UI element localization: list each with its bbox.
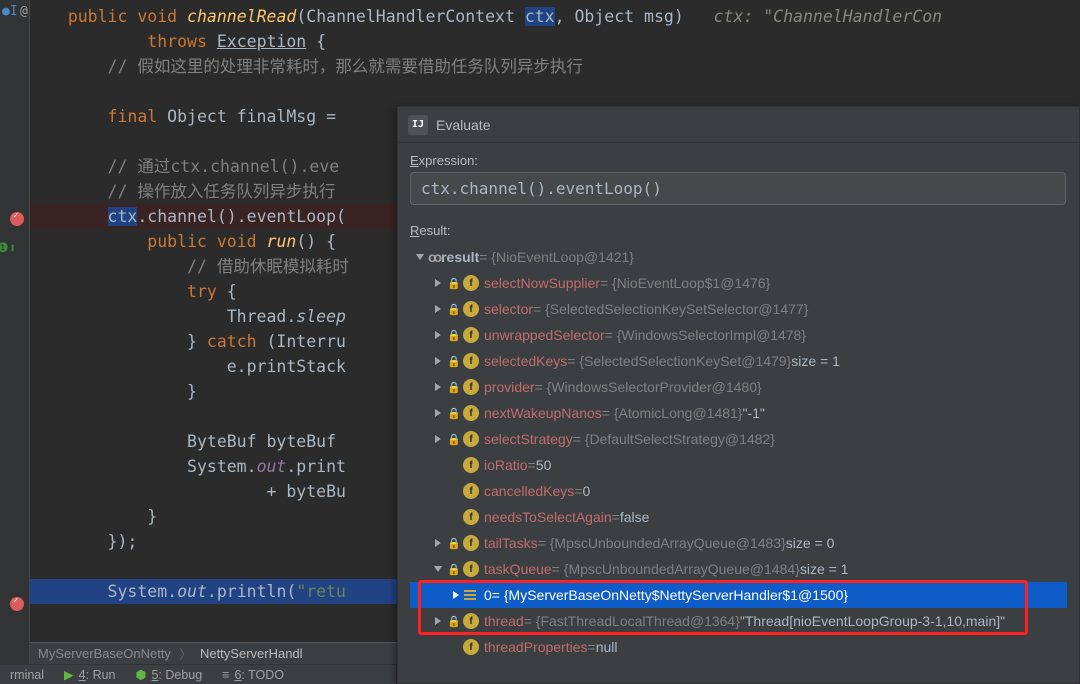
chevron-right-icon[interactable] xyxy=(432,615,444,627)
field-icon: f xyxy=(463,301,479,317)
tool-windows-bar: rminal ▶ 4: Run ⬢ 5: Debug ≡ 6: TODO xyxy=(0,664,396,684)
field-icon: f xyxy=(463,457,479,473)
lock-icon: 🔒 xyxy=(446,561,462,577)
field-icon: f xyxy=(463,327,479,343)
lock-icon: 🔒 xyxy=(446,613,462,629)
field-icon: f xyxy=(463,561,479,577)
tree-row-taskqueue-item[interactable]: 0 = {MyServerBaseOnNetty$NettyServerHand… xyxy=(410,582,1067,608)
result-label: Result: xyxy=(410,223,1067,238)
debug-tab[interactable]: ⬢ 5: Debug xyxy=(126,667,213,682)
field-icon: f xyxy=(463,509,479,525)
field-icon: f xyxy=(463,275,479,291)
breadcrumb: MyServerBaseOnNetty 〉 NettyServerHandl xyxy=(30,642,400,664)
chevron-right-icon[interactable] xyxy=(432,329,444,341)
tree-row[interactable]: 🔒fprovider = {WindowsSelectorProvider@14… xyxy=(410,374,1067,400)
breadcrumb-item[interactable]: NettyServerHandl xyxy=(192,644,311,663)
lock-icon: 🔒 xyxy=(446,353,462,369)
chevron-right-icon[interactable] xyxy=(432,355,444,367)
field-icon: f xyxy=(463,405,479,421)
chevron-right-icon[interactable] xyxy=(450,589,462,601)
editor-root: ●I @ ❶⬆ public void channelRead(ChannelH… xyxy=(0,0,1080,684)
chevron-down-icon[interactable] xyxy=(414,251,426,263)
tree-row[interactable]: 🔒ftailTasks = {MpscUnboundedArrayQueue@1… xyxy=(410,530,1067,556)
chevron-right-icon[interactable] xyxy=(432,381,444,393)
field-icon: f xyxy=(463,431,479,447)
field-icon: f xyxy=(463,353,479,369)
tree-row[interactable]: 🔒fnextWakeupNanos = {AtomicLong@1481} "-… xyxy=(410,400,1067,426)
result-tree[interactable]: oo result = {NioEventLoop@1421} 🔒fselect… xyxy=(410,244,1067,660)
tree-row[interactable]: fthreadProperties = null xyxy=(410,634,1067,660)
chevron-right-icon[interactable] xyxy=(432,407,444,419)
chevron-right-icon[interactable] xyxy=(432,537,444,549)
lock-icon: 🔒 xyxy=(446,301,462,317)
breakpoint-icon[interactable] xyxy=(10,212,24,226)
expression-input[interactable] xyxy=(410,172,1066,205)
code-line[interactable]: public void channelRead(ChannelHandlerCo… xyxy=(30,4,1080,29)
lock-icon: 🔒 xyxy=(446,327,462,343)
field-icon: f xyxy=(463,613,479,629)
chevron-down-icon[interactable] xyxy=(432,563,444,575)
tree-row[interactable]: 🔒fselectStrategy = {DefaultSelectStrateg… xyxy=(410,426,1067,452)
code-line[interactable]: // 假如这里的处理非常耗时，那么就需要借助任务队列异步执行 xyxy=(30,54,1080,79)
evaluate-dialog: IJ Evaluate Expression: Result: oo resul… xyxy=(397,106,1080,684)
chevron-right-icon[interactable] xyxy=(432,303,444,315)
chevron-right-icon[interactable] xyxy=(432,277,444,289)
lock-icon: 🔒 xyxy=(446,275,462,291)
gutter: ●I @ ❶⬆ xyxy=(0,0,30,684)
todo-tab[interactable]: ≡ 6: TODO xyxy=(212,668,294,682)
tree-row[interactable]: fioRatio = 50 xyxy=(410,452,1067,478)
tree-row[interactable]: fneedsToSelectAgain = false xyxy=(410,504,1067,530)
implement-icon[interactable]: ●I xyxy=(2,4,18,19)
tree-row[interactable]: 🔒fselector = {SelectedSelectionKeySetSel… xyxy=(410,296,1067,322)
expression-label: Expression: xyxy=(410,153,1067,168)
field-icon: f xyxy=(463,639,479,655)
array-item-icon xyxy=(464,587,480,603)
code-line[interactable]: throws Exception { xyxy=(30,29,1080,54)
chevron-right-icon[interactable] xyxy=(432,433,444,445)
tree-row[interactable]: 🔒funwrappedSelector = {WindowsSelectorIm… xyxy=(410,322,1067,348)
field-icon: f xyxy=(463,379,479,395)
app-icon: IJ xyxy=(408,115,428,135)
tree-row[interactable]: fcancelledKeys = 0 xyxy=(410,478,1067,504)
glasses-icon: oo xyxy=(428,249,439,265)
dialog-titlebar[interactable]: IJ Evaluate xyxy=(398,107,1079,143)
lock-icon: 🔒 xyxy=(446,535,462,551)
tree-row[interactable]: 🔒fselectNowSupplier = {NioEventLoop$1@14… xyxy=(410,270,1067,296)
dialog-title: Evaluate xyxy=(436,117,490,133)
breadcrumb-item[interactable]: MyServerBaseOnNetty xyxy=(30,644,179,663)
tree-row-taskqueue[interactable]: 🔒ftaskQueue = {MpscUnboundedArrayQueue@1… xyxy=(410,556,1067,582)
run-tab[interactable]: ▶ 4: Run xyxy=(54,667,125,682)
lock-icon: 🔒 xyxy=(446,405,462,421)
lock-icon: 🔒 xyxy=(446,431,462,447)
tree-row[interactable]: 🔒fselectedKeys = {SelectedSelectionKeySe… xyxy=(410,348,1067,374)
code-line[interactable] xyxy=(30,79,1080,104)
tree-row[interactable]: 🔒fthread = {FastThreadLocalThread@1364} … xyxy=(410,608,1067,634)
tree-row[interactable]: oo result = {NioEventLoop@1421} xyxy=(410,244,1067,270)
lock-icon: 🔒 xyxy=(446,379,462,395)
field-icon: f xyxy=(463,535,479,551)
terminal-tab[interactable]: rminal xyxy=(0,668,54,682)
override-icon[interactable]: @ xyxy=(20,4,28,19)
field-icon: f xyxy=(463,483,479,499)
breakpoint-icon-2[interactable] xyxy=(10,597,24,611)
bookmark-icon[interactable]: ❶⬆ xyxy=(0,241,16,256)
